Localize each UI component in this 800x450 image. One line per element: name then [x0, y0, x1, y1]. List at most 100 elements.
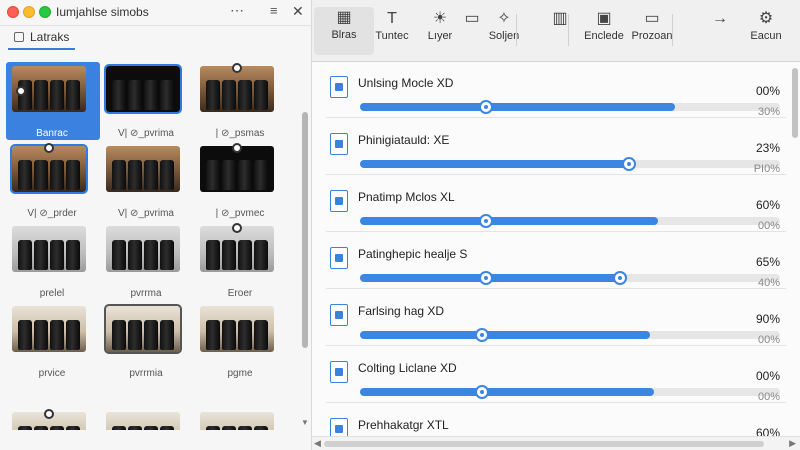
secondary-percent: PI0% [753, 163, 780, 175]
minimize-window-button[interactable] [23, 6, 35, 18]
slider-knob[interactable] [475, 385, 489, 399]
file-name: Patinghepic healje S [358, 247, 468, 261]
file-row[interactable]: Prehhakatgr XTL60%05% [326, 410, 786, 436]
progress-track[interactable] [360, 214, 780, 228]
bottle-shape [206, 80, 220, 110]
document-icon [330, 418, 348, 436]
scrollbar-thumb[interactable] [324, 441, 764, 447]
bottle-shape [34, 320, 48, 350]
bottle-shape [238, 320, 252, 350]
progress-fill [360, 160, 629, 168]
bottle-shape [34, 80, 48, 110]
file-row[interactable]: Farlsing hag XD 90% 00% [326, 296, 786, 346]
bottle-shape [34, 160, 48, 190]
tab-library[interactable]: Latraks [8, 26, 76, 50]
file-name: Prehhakatgr XTL [358, 418, 449, 432]
secondary-percent: 30% [757, 106, 780, 118]
bottle-shape [206, 426, 220, 430]
thumbnail-caption: V| ⊘_pvrima [118, 208, 174, 219]
scroll-right-icon[interactable]: ▶ [789, 438, 796, 449]
file-row[interactable]: Colting Liclane XD 00% 00% [326, 353, 786, 403]
thumbnail-image[interactable] [104, 64, 182, 114]
progress-fill [360, 331, 650, 339]
progress-fill [360, 103, 675, 111]
marker-icon[interactable] [232, 143, 242, 153]
bottle-shape [206, 320, 220, 350]
slider-knob[interactable] [622, 157, 636, 171]
progress-track[interactable] [360, 385, 780, 399]
scrollbar-thumb[interactable] [302, 112, 308, 348]
toolbar-button[interactable]: ✧ Soljen [474, 8, 534, 42]
scrollbar-thumb[interactable] [792, 68, 798, 138]
bottle-shape [50, 320, 64, 350]
bottle-shape [128, 320, 142, 350]
slider-knob[interactable] [479, 271, 493, 285]
progress-track[interactable] [360, 100, 780, 114]
thumbnail-caption: V| ⊘_prder [27, 208, 77, 219]
window-icon: ▭ [644, 10, 660, 27]
checkbox-icon[interactable] [14, 32, 24, 42]
thumbnail-caption: Banrac [36, 128, 68, 139]
marker-icon[interactable] [16, 86, 26, 96]
toolbar-separator [568, 14, 569, 46]
library-scrollbar[interactable]: ▼ [301, 52, 309, 430]
progress-track[interactable] [360, 271, 780, 285]
progress-track[interactable] [360, 328, 780, 342]
scroll-down-icon[interactable]: ▼ [301, 418, 309, 427]
thumbnail-image[interactable] [106, 146, 180, 192]
bottle-shape [112, 80, 126, 110]
list-icon[interactable]: ≡ [270, 3, 278, 18]
bottle-shape [254, 240, 268, 270]
marker-icon[interactable] [232, 63, 242, 73]
bottle-shape [160, 320, 174, 350]
thumbnail-image[interactable] [12, 226, 86, 272]
zoom-window-button[interactable] [39, 6, 51, 18]
bottle-shape [222, 160, 236, 190]
bottle-shape [18, 160, 32, 190]
progress-fill [360, 388, 654, 396]
scroll-left-icon[interactable]: ◀ [314, 438, 321, 449]
marker-icon[interactable] [232, 223, 242, 233]
thumbnail-image[interactable] [104, 304, 182, 354]
slider-knob[interactable] [479, 214, 493, 228]
thumbnail-caption: prvice [38, 368, 66, 379]
thumbnail-image[interactable] [200, 412, 274, 430]
close-window-button[interactable] [7, 6, 19, 18]
bottle-shape [66, 160, 80, 190]
toolbar-button[interactable]: ▭ Prozoan [622, 8, 682, 42]
toolbar-label: Prozoan [631, 30, 673, 42]
file-row[interactable]: Unlsing Mocle XD 00% 30% [326, 68, 786, 118]
secondary-percent: 00% [757, 220, 780, 232]
bottle-shape [254, 426, 268, 430]
file-row[interactable]: Phinigiatauld: XE 23% PI0% [326, 125, 786, 175]
bottle-shape [66, 240, 80, 270]
thumbnail-image[interactable] [106, 412, 180, 430]
marker-icon[interactable] [44, 143, 54, 153]
toolbar-button[interactable]: ⚙ Eacun [736, 8, 796, 42]
slider-knob[interactable] [475, 328, 489, 342]
file-row[interactable]: Pnatimp Mclos XL 60% 00% [326, 182, 786, 232]
progress-percent: 60% [755, 198, 780, 212]
ellipsis-icon[interactable]: ⋯ [230, 2, 244, 19]
thumbnail-image[interactable] [106, 226, 180, 272]
horizontal-scrollbar[interactable]: ◀ ▶ [312, 436, 800, 450]
slider-knob[interactable] [613, 271, 627, 285]
bottle-shape [144, 80, 158, 110]
thumbnail-image[interactable] [200, 306, 274, 352]
progress-track[interactable] [360, 157, 780, 171]
toolbar-label: Lıyer [427, 30, 453, 42]
thumbnail-image[interactable] [12, 306, 86, 352]
bottle-shape [144, 320, 158, 350]
list-scrollbar[interactable] [790, 62, 800, 436]
bottle-shape [144, 160, 158, 190]
close-icon[interactable]: ✕ [292, 3, 304, 20]
thumbnail-caption: | ⊘_psmas [215, 128, 265, 139]
bottle-shape [254, 80, 268, 110]
thumbnail-caption: V| ⊘_pvrima [118, 128, 174, 139]
toolbar-separator [516, 14, 517, 46]
secondary-percent: 00% [757, 334, 780, 346]
titlebar: Iumjahlse simobs ⋯ ≡ ✕ [0, 0, 312, 26]
file-row[interactable]: Patinghepic healje S 65% 40% [326, 239, 786, 289]
slider-knob[interactable] [479, 100, 493, 114]
marker-icon[interactable] [44, 409, 54, 419]
